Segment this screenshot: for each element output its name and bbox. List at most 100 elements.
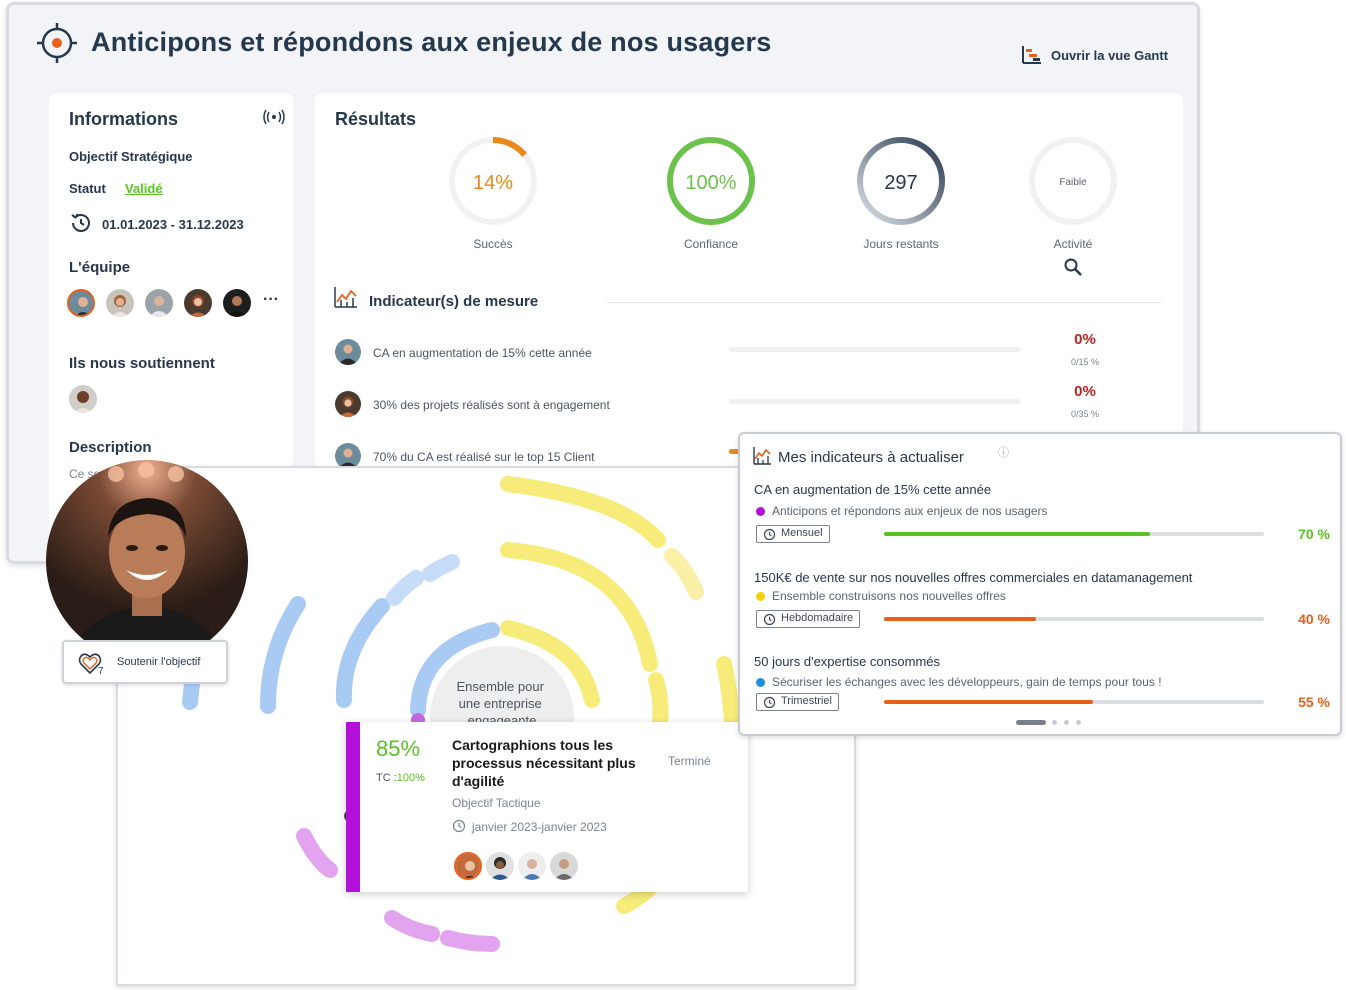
- objective-dot: [756, 507, 765, 516]
- person-icon: [456, 854, 480, 878]
- indicator-percent: 55 %: [1298, 694, 1330, 710]
- sunburst-segment[interactable]: [500, 476, 666, 548]
- frequency-label: Mensuel: [781, 527, 823, 539]
- results-title: Résultats: [335, 109, 417, 129]
- my-indicators-title: Mes indicateurs à actualiser: [778, 449, 964, 466]
- activity-gauge: Faible: [1029, 137, 1117, 225]
- team-avatar[interactable]: [145, 289, 173, 317]
- open-gantt-button[interactable]: Ouvrir la vue Gantt: [1021, 45, 1168, 65]
- frequency-label: Hebdomadaire: [781, 612, 854, 624]
- person-icon: [550, 852, 578, 880]
- objective-dot: [756, 678, 765, 687]
- gantt-icon: [1022, 46, 1041, 64]
- objective-dates: janvier 2023-janvier 2023: [472, 820, 607, 834]
- objective-title[interactable]: Cartographions tous les processus nécess…: [452, 736, 642, 790]
- member-avatar[interactable]: [454, 852, 482, 880]
- divider: [607, 302, 1161, 303]
- person-icon: [335, 339, 361, 365]
- sunburst-segment[interactable]: [664, 548, 704, 600]
- person-icon: [518, 852, 546, 880]
- success-gauge: 14%: [449, 137, 537, 225]
- indicator-title[interactable]: 50 jours d'expertise consommés: [754, 654, 940, 669]
- member-avatar[interactable]: [518, 852, 546, 880]
- history-clock-icon: [71, 213, 90, 232]
- sunburst-segment[interactable]: [648, 672, 669, 730]
- confidence-label: Confiance: [683, 237, 739, 251]
- chart-indicator-icon: [753, 447, 771, 465]
- sunburst-segment[interactable]: [335, 598, 390, 708]
- sunburst-segment[interactable]: [716, 656, 740, 730]
- sunburst-segment[interactable]: [422, 554, 460, 582]
- person-icon: [335, 391, 361, 417]
- days-remaining-label: Jours restants: [863, 237, 939, 251]
- member-avatar[interactable]: [486, 852, 514, 880]
- confidence-value: 100%: [396, 772, 425, 784]
- indicator-progress-bar: [884, 700, 1264, 704]
- recurrence-icon: [763, 696, 776, 709]
- status-label: Statut: [69, 181, 106, 196]
- search-icon[interactable]: [1063, 257, 1083, 277]
- indicator-progress-bar: [884, 532, 1264, 536]
- status-value[interactable]: Validé: [125, 181, 163, 196]
- sunburst-segment[interactable]: [296, 828, 338, 878]
- confidence-value: 100%: [685, 172, 736, 194]
- person-icon: [486, 852, 514, 880]
- sunburst-segment[interactable]: [386, 570, 424, 606]
- sunburst-segment[interactable]: [260, 596, 306, 714]
- frequency-label: Trimestriel: [781, 695, 832, 707]
- objective-status: Terminé: [668, 754, 711, 768]
- objective-color-stripe: [346, 722, 360, 892]
- person-icon: [223, 289, 251, 317]
- person-icon: [145, 289, 173, 317]
- info-icon[interactable]: ⓘ: [998, 444, 1009, 460]
- indicator-progress-fill: [884, 617, 1036, 621]
- recurrence-icon: [763, 613, 776, 626]
- indicator-objective: Ensemble construisons nos nouvelles offr…: [772, 589, 1006, 603]
- recurrence-icon: [763, 528, 776, 541]
- person-icon: [184, 289, 212, 317]
- objective-progress: 85%: [376, 736, 421, 761]
- activity-value: Faible: [1059, 177, 1087, 188]
- team-avatar[interactable]: [67, 289, 95, 317]
- indicator-title[interactable]: CA en augmentation de 15% cette année: [754, 482, 991, 497]
- indicator-ratio: 0/15 %: [1070, 357, 1100, 367]
- person-icon: [69, 291, 93, 315]
- support-objective-button[interactable]: 7 Soutenir l'objectif: [62, 640, 228, 684]
- indicator-title[interactable]: 150K€ de vente sur nos nouvelles offres …: [754, 570, 1192, 585]
- member-avatar[interactable]: [550, 852, 578, 880]
- pagination-dot[interactable]: [1052, 720, 1057, 725]
- team-avatar[interactable]: [223, 289, 251, 317]
- broadcast-icon[interactable]: [263, 109, 285, 125]
- pagination-dot[interactable]: [1064, 720, 1069, 725]
- indicators-title: Indicateur(s) de mesure: [369, 293, 539, 310]
- chart-indicator-icon: [334, 287, 357, 308]
- supporter-avatar[interactable]: [69, 385, 97, 413]
- pagination-dot[interactable]: [1076, 720, 1081, 725]
- description-title: Description: [69, 439, 152, 456]
- indicator-percent: 40 %: [1298, 611, 1330, 627]
- team-avatar[interactable]: [184, 289, 212, 317]
- my-indicators-panel: Mes indicateurs à actualiser ⓘ CA en aug…: [738, 432, 1342, 736]
- date-range: 01.01.2023 - 31.12.2023: [102, 217, 244, 232]
- frequency-tag: Trimestriel: [756, 693, 839, 711]
- sunburst-segment[interactable]: [440, 930, 500, 952]
- objective-card[interactable]: 85% TC :100% Cartographions tous les pro…: [346, 722, 748, 892]
- indicator-text[interactable]: 30% des projets réalisés sont à engageme…: [373, 398, 610, 412]
- support-label: Soutenir l'objectif: [117, 656, 201, 668]
- pagination-dot-active[interactable]: [1016, 720, 1046, 725]
- support-count: 7: [98, 666, 104, 677]
- indicator-text[interactable]: CA en augmentation de 15% cette année: [373, 346, 592, 360]
- indicator-progress: [729, 347, 1021, 352]
- indicator-percent: 70 %: [1298, 526, 1330, 542]
- supporters-title: Ils nous soutiennent: [69, 355, 215, 372]
- team-avatar[interactable]: [106, 289, 134, 317]
- sunburst-segment[interactable]: [500, 542, 658, 672]
- person-photo: [46, 460, 248, 662]
- indicator-ratio: 0/35 %: [1070, 409, 1100, 419]
- more-members-button[interactable]: ···: [263, 291, 279, 309]
- sunburst-segment[interactable]: [384, 910, 440, 942]
- indicator-text[interactable]: 70% du CA est réalisé sur le top 15 Clie…: [373, 450, 594, 464]
- indicator-progress-fill: [884, 700, 1093, 704]
- indicator-progress-fill: [884, 532, 1150, 536]
- information-title: Informations: [69, 109, 179, 129]
